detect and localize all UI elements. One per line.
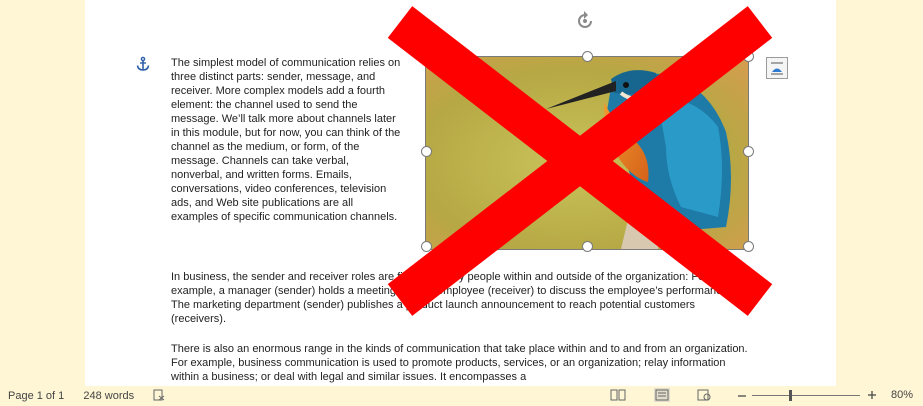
resize-handle-top-right[interactable] xyxy=(743,51,754,62)
resize-handle-bottom-right[interactable] xyxy=(743,241,754,252)
status-left: Page 1 of 1 248 words xyxy=(8,389,165,402)
resize-handle-middle-left[interactable] xyxy=(421,146,432,157)
kingfisher-image[interactable] xyxy=(425,56,749,250)
print-layout-button[interactable] xyxy=(654,388,670,402)
resize-handle-bottom-middle[interactable] xyxy=(582,241,593,252)
resize-handle-middle-right[interactable] xyxy=(743,146,754,157)
zoom-slider-thumb[interactable] xyxy=(789,390,792,401)
zoom-out-icon xyxy=(738,395,746,397)
web-layout-button[interactable] xyxy=(696,388,712,402)
status-bar: Page 1 of 1 248 words 80% xyxy=(0,386,923,405)
page-count[interactable]: Page 1 of 1 xyxy=(8,390,64,402)
layout-options-button[interactable] xyxy=(766,57,788,79)
document-workspace: The simplest model of communication reli… xyxy=(0,0,923,386)
resize-handle-bottom-left[interactable] xyxy=(421,241,432,252)
document-page[interactable]: The simplest model of communication reli… xyxy=(85,0,836,386)
zoom-in-icon xyxy=(868,391,876,399)
paragraph-3[interactable]: There is also an enormous range in the k… xyxy=(171,342,751,384)
paragraph-1[interactable]: The simplest model of communication reli… xyxy=(171,56,401,224)
layout-options-icon xyxy=(771,62,783,75)
kingfisher-picture xyxy=(426,57,748,249)
print-layout-icon xyxy=(655,389,669,401)
read-mode-button[interactable] xyxy=(610,388,626,402)
proofing-icon[interactable] xyxy=(153,389,165,401)
resize-handle-top-middle[interactable] xyxy=(582,51,593,62)
paragraph-2[interactable]: In business, the sender and receiver rol… xyxy=(171,270,751,326)
resize-handle-top-left[interactable] xyxy=(421,51,432,62)
anchor-icon xyxy=(136,56,150,71)
zoom-in-button[interactable] xyxy=(866,386,878,402)
word-count[interactable]: 248 words xyxy=(83,390,134,402)
zoom-out-button[interactable] xyxy=(736,387,748,403)
read-mode-icon xyxy=(610,389,626,401)
zoom-level[interactable]: 80% xyxy=(891,389,913,401)
web-layout-icon xyxy=(697,389,711,401)
zoom-slider-track[interactable] xyxy=(752,395,860,396)
rotate-handle-icon[interactable] xyxy=(574,10,596,32)
